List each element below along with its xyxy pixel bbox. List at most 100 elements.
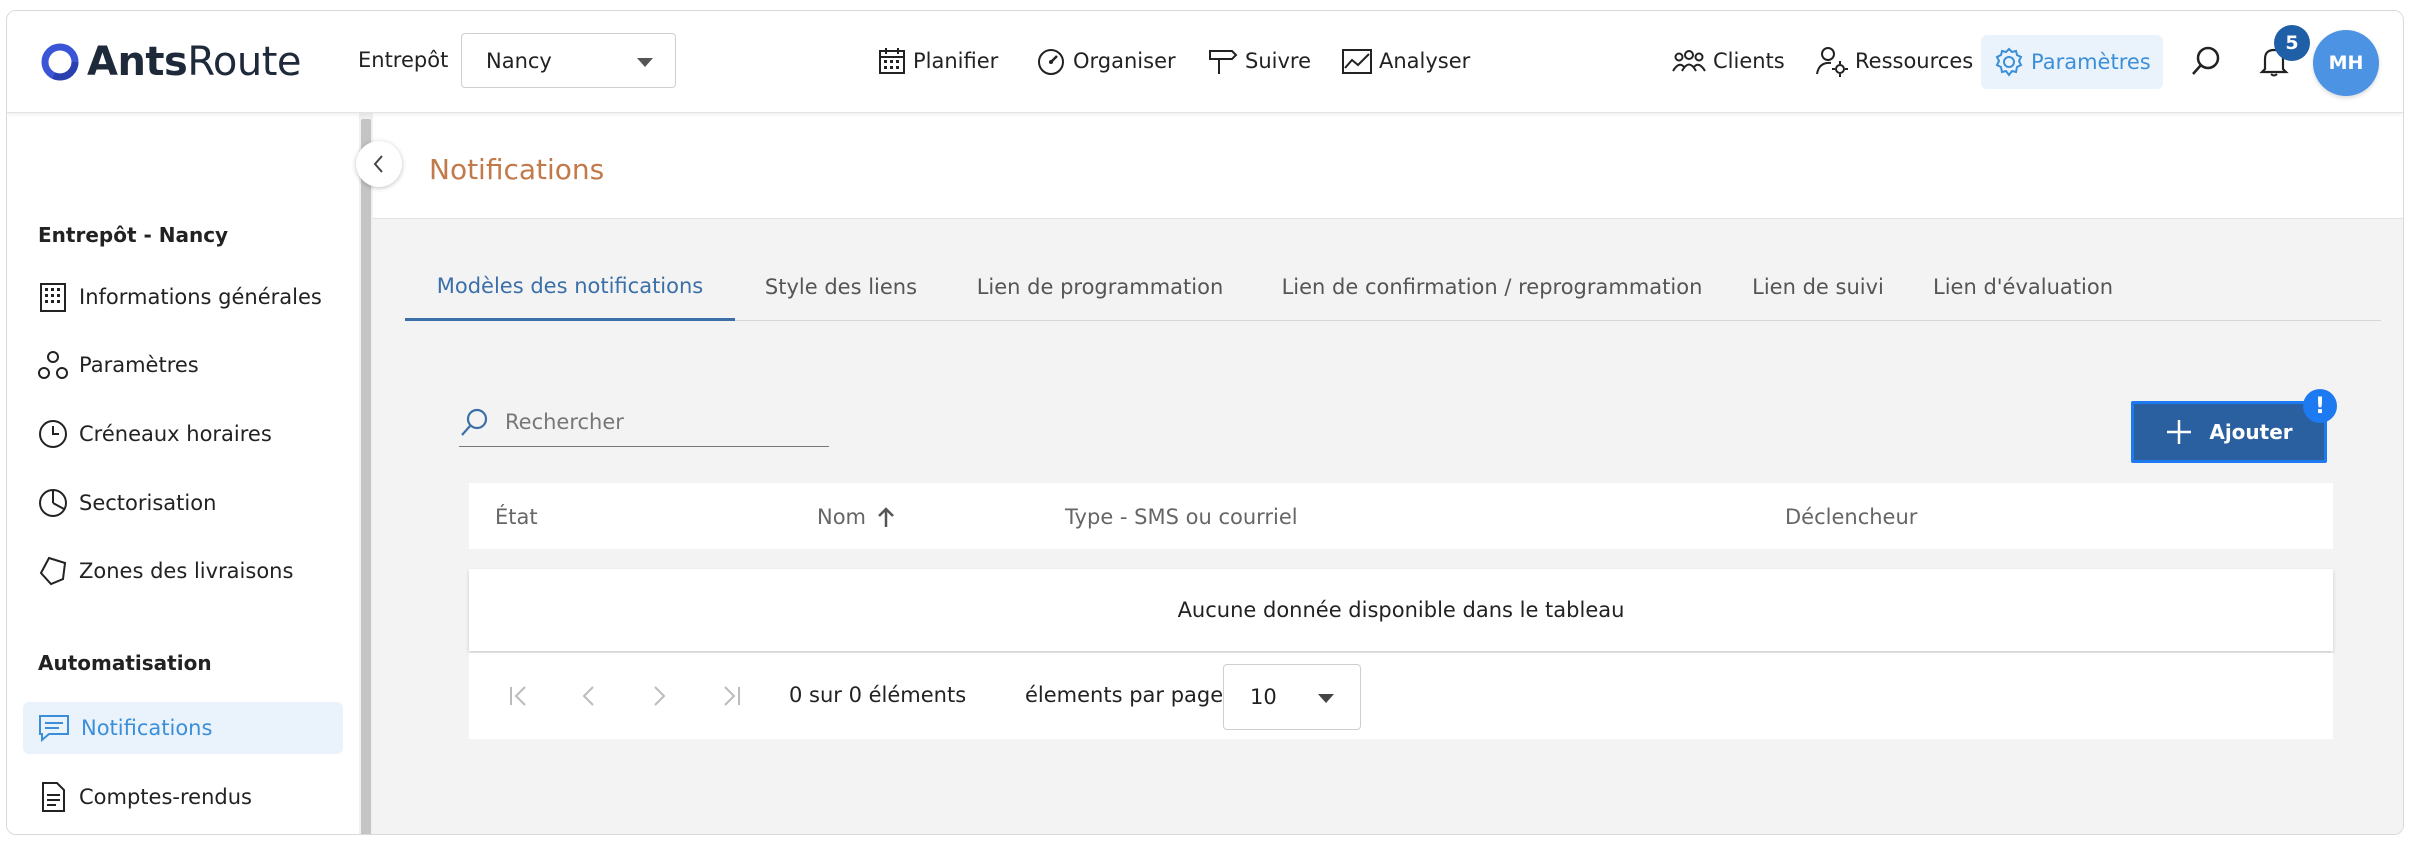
sidebar: Entrepôt - Nancy Informations générales …: [7, 113, 359, 834]
dashboard-gauge-icon: [1038, 49, 1064, 75]
app-window: AntsRoute Entrepôt Nancy Planifier Organ…: [6, 10, 2404, 835]
polygon-icon: [39, 556, 67, 586]
sidebar-item-label: Informations générales: [79, 285, 322, 309]
main-content: Notifications Modèles des notifications …: [373, 113, 2403, 834]
nav-parametres[interactable]: Paramètres: [1981, 35, 2163, 89]
sidebar-item-label: Paramètres: [79, 353, 199, 377]
sidebar-item-creneaux[interactable]: Créneaux horaires: [23, 408, 343, 460]
search-button[interactable]: [2189, 45, 2229, 77]
tab-programmation[interactable]: Lien de programmation: [967, 253, 1233, 321]
per-page-select[interactable]: 10: [1223, 664, 1361, 730]
search-icon: [461, 408, 488, 436]
pagination-count: 0 sur 0 éléments: [789, 683, 967, 707]
nav-analyser[interactable]: Analyser: [1341, 45, 1470, 77]
chevron-left-icon: [373, 155, 383, 173]
first-page-icon[interactable]: [505, 683, 533, 709]
collapse-sidebar-button[interactable]: [356, 141, 402, 187]
tab-suivi[interactable]: Lien de suivi: [1745, 253, 1891, 321]
per-page-label: élements par page: [1025, 683, 1224, 707]
nav-label: Paramètres: [2031, 50, 2151, 74]
sidebar-item-label: Zones des livraisons: [79, 559, 294, 583]
per-page-value: 10: [1250, 685, 1277, 709]
building-icon: [40, 283, 66, 312]
tab-confirmation[interactable]: Lien de confirmation / reprogrammation: [1269, 253, 1715, 321]
column-declencheur[interactable]: Déclencheur: [1785, 505, 1917, 529]
page-header: Notifications: [373, 113, 2403, 219]
arrow-up-icon: [878, 507, 894, 527]
sidebar-item-label: Créneaux horaires: [79, 422, 272, 446]
nav-ressources[interactable]: Ressources: [1815, 45, 1973, 77]
message-icon: [39, 715, 69, 743]
document-icon: [42, 782, 65, 812]
sidebar-section-automatisation: Automatisation: [38, 651, 212, 675]
add-button-label: Ajouter: [2209, 420, 2293, 444]
warehouse-label: Entrepôt: [358, 48, 449, 72]
sidebar-item-parametres[interactable]: Paramètres: [23, 339, 343, 391]
caret-down-icon: [1318, 694, 1334, 703]
tab-evaluation[interactable]: Lien d'évaluation: [1925, 253, 2121, 321]
column-etat[interactable]: État: [495, 505, 538, 529]
caret-down-icon: [637, 58, 653, 67]
nav-suivre[interactable]: Suivre: [1207, 45, 1311, 77]
nav-label: Organiser: [1073, 49, 1176, 73]
column-label: Type - SMS ou courriel: [1065, 505, 1298, 529]
top-bar: AntsRoute Entrepôt Nancy Planifier Organ…: [7, 11, 2403, 113]
column-label: Nom: [817, 505, 867, 529]
nav-planifier[interactable]: Planifier: [877, 45, 998, 77]
nav-label: Clients: [1713, 49, 1785, 73]
search-input[interactable]: [505, 409, 805, 434]
nav-clients[interactable]: Clients: [1671, 45, 1785, 77]
gear-icon: [1995, 47, 2023, 77]
clock-icon: [39, 420, 67, 448]
pie-chart-icon: [39, 489, 67, 517]
previous-page-icon[interactable]: [577, 683, 601, 709]
sidebar-scrollbar[interactable]: [359, 113, 373, 834]
tab-modeles[interactable]: Modèles des notifications: [405, 253, 735, 321]
tab-bar: Modèles des notifications Style des lien…: [405, 253, 2381, 321]
sidebar-section-warehouse: Entrepôt - Nancy: [38, 223, 229, 247]
next-page-icon[interactable]: [647, 683, 671, 709]
logo-icon: [41, 43, 79, 81]
column-label: Déclencheur: [1785, 505, 1918, 529]
sidebar-item-notifications[interactable]: Notifications: [23, 702, 343, 754]
logo-text-light: Route: [187, 39, 301, 85]
chart-icon: [1342, 49, 1372, 74]
nav-label: Analyser: [1379, 49, 1471, 73]
add-button[interactable]: Ajouter: [2131, 401, 2327, 463]
page-title: Notifications: [429, 153, 605, 186]
avatar[interactable]: MH: [2313, 30, 2379, 96]
sidebar-item-informations[interactable]: Informations générales: [23, 271, 343, 323]
calendar-icon: [879, 48, 905, 74]
plus-icon: [2167, 420, 2192, 444]
scrollbar-thumb[interactable]: [361, 119, 371, 834]
signpost-icon: [1209, 50, 1238, 74]
sidebar-item-label: Comptes-rendus: [79, 785, 252, 809]
app-logo[interactable]: AntsRoute: [41, 39, 301, 85]
users-group-icon: [1672, 50, 1706, 72]
empty-table-message: Aucune donnée disponible dans le tableau: [469, 569, 2333, 651]
notification-count-badge: 5: [2274, 25, 2310, 61]
warning-badge: !: [2303, 389, 2337, 423]
search-field[interactable]: [459, 397, 829, 447]
nav-label: Suivre: [1245, 49, 1311, 73]
sidebar-item-label: Notifications: [81, 716, 213, 740]
tab-style-liens[interactable]: Style des liens: [751, 253, 931, 321]
column-nom[interactable]: Nom: [817, 505, 896, 529]
sidebar-item-zones[interactable]: Zones des livraisons: [23, 545, 343, 597]
sidebar-item-sectorisation[interactable]: Sectorisation: [23, 477, 343, 529]
last-page-icon[interactable]: [717, 683, 745, 709]
user-gear-icon: [1816, 47, 1848, 77]
pagination: 0 sur 0 éléments élements par page 10: [469, 653, 2333, 739]
search-icon: [2192, 46, 2220, 75]
nav-label: Planifier: [913, 49, 999, 73]
sidebar-item-comptes-rendus[interactable]: Comptes-rendus: [23, 771, 343, 823]
column-label: État: [495, 505, 538, 529]
logo-text-bold: Ants: [87, 39, 188, 85]
warehouse-value: Nancy: [486, 48, 552, 73]
warehouse-select[interactable]: Nancy: [461, 33, 676, 88]
nav-organiser[interactable]: Organiser: [1035, 45, 1176, 77]
sidebar-item-label: Sectorisation: [79, 491, 217, 515]
table-header: État Nom Type - SMS ou courriel Déclench…: [469, 483, 2333, 549]
nav-label: Ressources: [1855, 49, 1974, 73]
column-type[interactable]: Type - SMS ou courriel: [1065, 505, 1298, 529]
